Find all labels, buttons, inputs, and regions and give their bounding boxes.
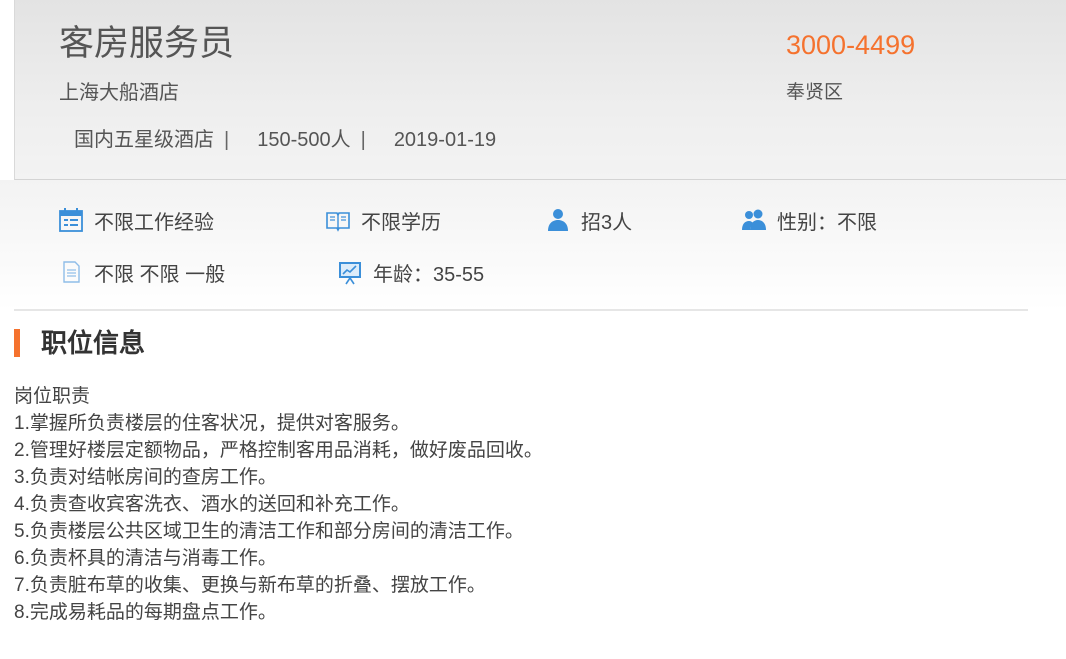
req-headcount-text: 招3人 [581, 211, 633, 234]
job-description: 岗位职责 1.掌握所负责楼层的住客状况，提供对客服务。 2.管理好楼层定额物品，… [14, 383, 543, 626]
description-line: 8.完成易耗品的每期盘点工作。 [14, 602, 277, 623]
req-education: 不限学历 [325, 206, 441, 234]
req-experience: 不限工作经验 [58, 206, 214, 234]
req-headcount: 招3人 [545, 206, 632, 234]
district-label: 奉贤区 [786, 82, 844, 103]
description-line: 6.负责杯具的清洁与消毒工作。 [14, 548, 277, 569]
req-age: 年龄：35-55 [337, 258, 484, 286]
calendar-icon [59, 208, 83, 232]
people-icon [742, 209, 766, 230]
description-line: 4.负责查收宾客洗衣、酒水的送回和补充工作。 [14, 494, 410, 515]
section-accent-bar [14, 329, 20, 357]
req-gender-text: 性别：不限 [777, 211, 877, 234]
book-icon [326, 212, 350, 232]
section-title: 职位信息 [41, 328, 146, 358]
document-icon [63, 261, 80, 283]
req-gender: 性别：不限 [741, 206, 877, 234]
person-icon [548, 209, 568, 231]
req-education-text: 不限学历 [361, 211, 441, 234]
description-heading: 岗位职责 [14, 386, 91, 407]
requirements-panel [0, 180, 1066, 310]
job-title: 客房服务员 [59, 24, 235, 63]
meta-separator: | [360, 129, 366, 151]
company-type: 国内五星级酒店 [74, 129, 214, 151]
description-line: 3.负责对结帐房间的查房工作。 [14, 467, 277, 488]
post-date: 2019-01-19 [393, 129, 497, 151]
req-other-text: 不限 不限 一般 [94, 263, 226, 286]
req-age-text: 年龄：35-55 [373, 263, 485, 286]
salary-range: 3000-4499 [786, 30, 916, 60]
company-name[interactable]: 上海大船酒店 [59, 79, 179, 107]
company-meta-row: 国内五星级酒店 | 150-500人 | 2019-01-19 [74, 126, 496, 154]
description-line: 7.负责脏布草的收集、更换与新布草的折叠、摆放工作。 [14, 575, 486, 596]
presentation-icon [339, 262, 361, 285]
company-size: 150-500人 [257, 129, 351, 151]
job-header-card: 客房服务员 上海大船酒店 国内五星级酒店 | 150-500人 | 2019-01-19… [14, 0, 1066, 180]
req-other: 不限 不限 一般 [58, 258, 225, 286]
description-line: 5.负责楼层公共区域卫生的清洁工作和部分房间的清洁工作。 [14, 521, 524, 542]
description-line: 1.掌握所负责楼层的住客状况，提供对客服务。 [14, 413, 410, 434]
req-experience-text: 不限工作经验 [94, 211, 214, 234]
description-line: 2.管理好楼层定额物品，严格控制客用品消耗，做好废品回收。 [14, 440, 543, 461]
section-divider [14, 309, 1028, 311]
meta-separator: | [224, 129, 230, 151]
